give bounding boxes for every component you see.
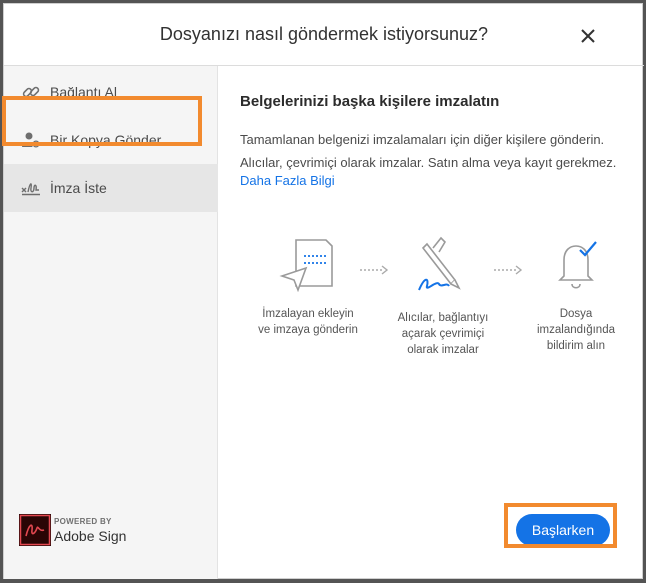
sidebar-item-label: İmza İste <box>50 180 107 196</box>
brand-name: Adobe Sign <box>54 528 127 544</box>
sidebar: Bağlantı Al Bir Kopya Gönder İmza İste <box>4 66 218 579</box>
step-caption: ve imzaya gönderin <box>258 324 358 336</box>
sidebar-item-get-link[interactable]: Bağlantı Al <box>4 68 218 116</box>
link-icon <box>21 82 41 102</box>
sidebar-item-send-copy[interactable]: Bir Kopya Gönder <box>4 116 218 164</box>
sidebar-item-label: Bağlantı Al <box>50 84 117 100</box>
sidebar-item-label: Bir Kopya Gönder <box>50 132 162 148</box>
dialog-title: Dosyanızı nasıl göndermek istiyorsunuz? <box>159 24 489 44</box>
step-caption: İmzalayan ekleyin <box>262 308 354 320</box>
bell-check-icon <box>558 241 597 289</box>
step-caption: Alıcılar, bağlantıyı <box>397 312 489 324</box>
pen-signature-icon <box>418 236 461 291</box>
step-recipients-sign: Alıcılar, bağlantıyı açarak çevrimiçi ol… <box>386 236 500 358</box>
step-caption: bildirim alın <box>546 340 606 352</box>
adobe-sign-logo <box>19 514 51 546</box>
step-add-signer: İmzalayan ekleyin ve imzaya gönderin <box>248 236 368 338</box>
step-caption: olarak imzalar <box>407 344 479 356</box>
get-started-button[interactable]: Başlarken <box>516 514 610 546</box>
step-caption: Dosya <box>559 308 593 320</box>
section-heading: Belgelerinizi başka kişilere imzalatın <box>240 93 500 110</box>
send-document-icon <box>279 239 333 292</box>
learn-more-link[interactable]: Daha Fazla Bilgi <box>240 173 335 188</box>
step-caption: açarak çevrimiçi <box>401 328 485 340</box>
step-caption: imzalandığında <box>537 324 615 336</box>
sidebar-item-request-signature[interactable]: İmza İste <box>4 164 218 212</box>
step-get-notified: Dosya imzalandığında bildirim alın <box>520 236 632 354</box>
signature-icon <box>21 178 41 198</box>
send-dialog: Dosyanızı nasıl göndermek istiyorsunuz? … <box>3 3 644 579</box>
section-description: Tamamlanan belgenizi imzalamaları için d… <box>240 132 617 170</box>
powered-by-label: POWERED BY <box>54 517 112 526</box>
close-icon[interactable] <box>578 26 598 46</box>
add-person-icon <box>21 130 41 150</box>
dialog-header: Dosyanızı nasıl göndermek istiyorsunuz? <box>4 4 644 66</box>
